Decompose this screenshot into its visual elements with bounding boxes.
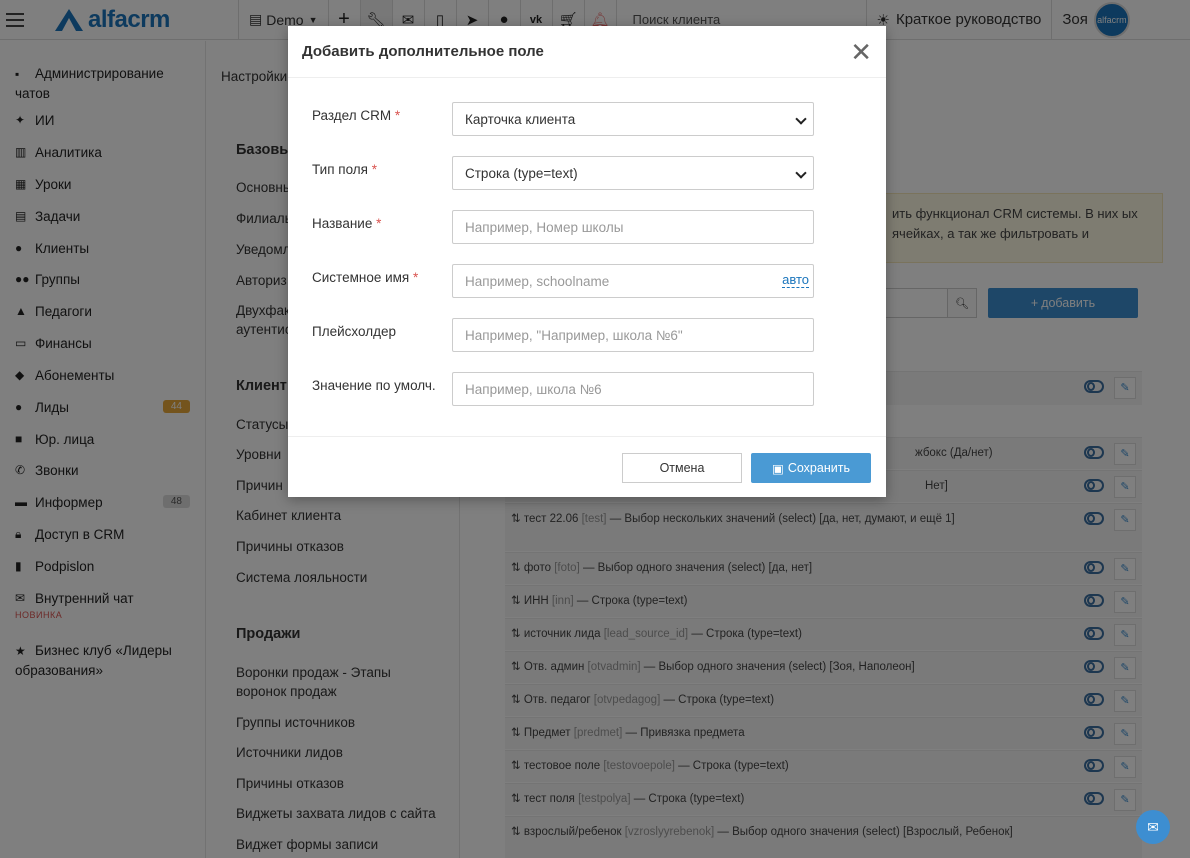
floppy-icon: ▣ <box>772 461 784 476</box>
add-field-modal: Добавить дополнительное поле ✕ Раздел CR… <box>288 26 886 497</box>
auto-generate-link[interactable]: авто <box>782 273 809 288</box>
save-label: Сохранить <box>787 461 850 475</box>
close-icon[interactable]: ✕ <box>850 39 872 65</box>
system-name-row: Системное имя * Например, schoolname авт… <box>312 264 817 298</box>
placeholder-label: Плейсхолдер <box>312 324 396 339</box>
system-name-input[interactable]: Например, schoolname авто <box>452 264 814 298</box>
field-type-select[interactable]: Строка (type=text) <box>452 156 814 190</box>
cancel-button[interactable]: Отмена <box>622 453 742 483</box>
chat-bubble-icon[interactable]: ✉ <box>1136 810 1170 844</box>
field-type-label: Тип поля * <box>312 162 377 177</box>
name-input[interactable]: Например, Номер школы <box>452 210 814 244</box>
placeholder-row: Плейсхолдер Например, "Например, школа №… <box>312 318 817 352</box>
placeholder-input[interactable]: Например, "Например, школа №6" <box>452 318 814 352</box>
name-label: Название * <box>312 216 382 231</box>
default-value-input[interactable]: Например, школа №6 <box>452 372 814 406</box>
crm-section-row: Раздел CRM * Карточка клиента <box>312 102 817 136</box>
field-type-row: Тип поля * Строка (type=text) <box>312 156 817 190</box>
modal-header: Добавить дополнительное поле ✕ <box>288 26 886 78</box>
name-row: Название * Например, Номер школы <box>312 210 817 244</box>
crm-section-label: Раздел CRM * <box>312 108 401 123</box>
modal-footer: Отмена ▣ Сохранить <box>288 436 886 497</box>
default-value-label: Значение по умолч. <box>312 378 436 393</box>
save-button[interactable]: ▣ Сохранить <box>751 453 871 483</box>
crm-section-select[interactable]: Карточка клиента <box>452 102 814 136</box>
system-name-label: Системное имя * <box>312 270 419 285</box>
modal-title: Добавить дополнительное поле <box>302 43 544 60</box>
default-value-row: Значение по умолч. Например, школа №6 <box>312 372 817 406</box>
